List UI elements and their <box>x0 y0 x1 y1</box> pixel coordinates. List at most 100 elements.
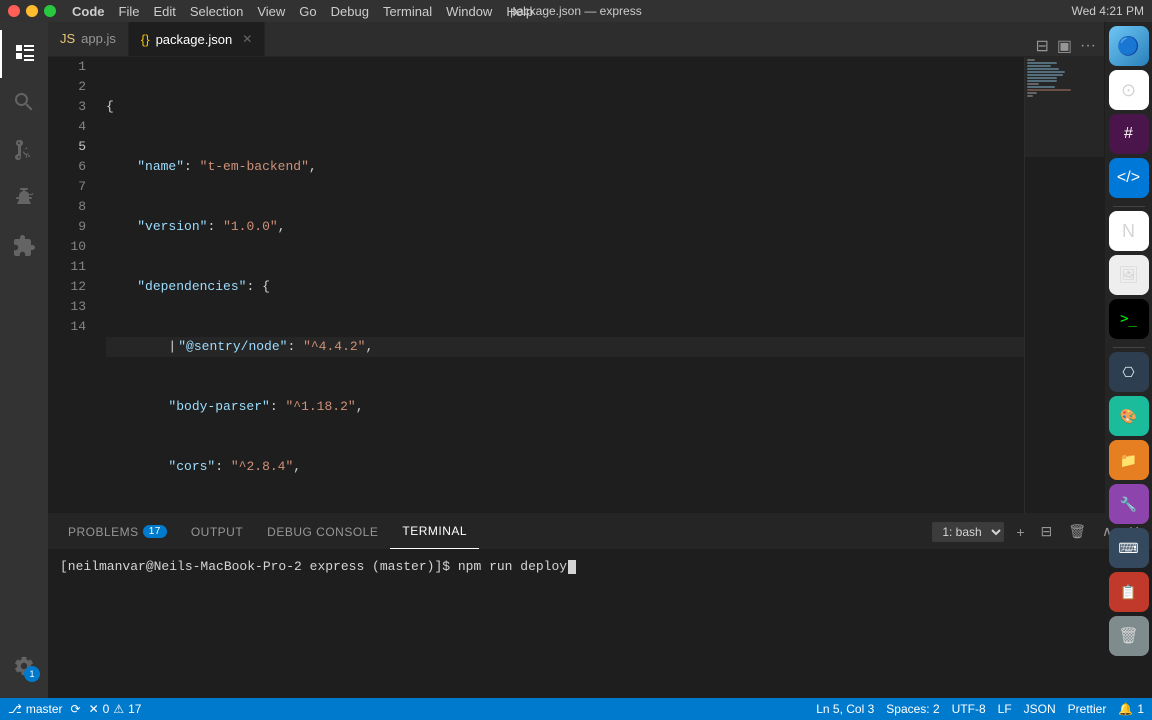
menu-terminal[interactable]: Terminal <box>383 4 432 19</box>
activity-explorer[interactable] <box>0 30 48 78</box>
git-branch[interactable]: ⎇ master <box>8 702 63 716</box>
panel-tab-terminal[interactable]: TERMINAL <box>390 514 479 549</box>
status-right: Ln 5, Col 3 Spaces: 2 UTF-8 LF JSON Pret… <box>816 702 1144 716</box>
activity-bar: 1 <box>0 22 48 698</box>
tab-package-json[interactable]: {} package.json ✕ <box>129 22 265 56</box>
dock-notion[interactable]: N <box>1109 211 1149 251</box>
titlebar: Code File Edit Selection View Go Debug T… <box>0 0 1152 22</box>
clock: Wed 4:21 PM <box>1072 4 1144 18</box>
menu-selection[interactable]: Selection <box>190 4 243 19</box>
error-icon: ✕ <box>89 702 99 716</box>
dock-notion-icon: N <box>1122 221 1135 242</box>
notification-bell-icon: 🔔 <box>1118 702 1133 716</box>
dock-chrome[interactable]: ⊙ <box>1109 70 1149 110</box>
menu-go[interactable]: Go <box>299 4 316 19</box>
dock-slack[interactable]: # <box>1109 114 1149 154</box>
activity-search[interactable] <box>0 78 48 126</box>
language-mode[interactable]: JSON <box>1024 702 1056 716</box>
dock-slack-icon: # <box>1124 125 1133 143</box>
dock-extra6[interactable]: 📋 <box>1109 572 1149 612</box>
dock-trash[interactable]: 🗑 <box>1109 616 1149 656</box>
dock-extra4[interactable]: 🔧 <box>1109 484 1149 524</box>
dock-extra2-icon: 🎨 <box>1120 408 1137 425</box>
dock-divider-2 <box>1113 347 1145 348</box>
delete-terminal-icon[interactable]: 🗑 <box>1064 521 1090 542</box>
activity-bottom: 1 <box>0 642 48 690</box>
code-line-1: { <box>106 97 1024 117</box>
maximize-button[interactable] <box>44 5 56 17</box>
eol-label: LF <box>998 702 1012 716</box>
tab-close-package-json[interactable]: ✕ <box>242 32 252 46</box>
menu-window[interactable]: Window <box>446 4 492 19</box>
debug-console-label: DEBUG CONSOLE <box>267 525 378 539</box>
dock-extra1[interactable]: ⎔ <box>1109 352 1149 392</box>
activity-source-control[interactable] <box>0 126 48 174</box>
activity-extensions[interactable] <box>0 222 48 270</box>
sync-status[interactable]: ⟳ <box>71 702 81 716</box>
editor-area: JS app.js {} package.json ✕ ⊟ ▣ ··· 1 2 <box>48 22 1104 698</box>
maximize-panel-icon[interactable]: ∧ <box>1098 521 1104 542</box>
notifications[interactable]: 🔔 1 <box>1118 702 1144 716</box>
menu-file[interactable]: File <box>119 4 140 19</box>
cursor-position[interactable]: Ln 5, Col 3 <box>816 702 874 716</box>
terminal-content[interactable]: [neilmanvar@Neils-MacBook-Pro-2 express … <box>48 549 1104 698</box>
menu-bar: Code File Edit Selection View Go Debug T… <box>72 4 533 19</box>
editor-actions: ⊟ ▣ ··· <box>1027 36 1104 56</box>
dock-terminal-icon: >_ <box>1120 311 1137 327</box>
formatter-label: Prettier <box>1068 702 1107 716</box>
dock-preview[interactable]: 🖼 <box>1109 255 1149 295</box>
menu-code[interactable]: Code <box>72 4 105 19</box>
dock-extra5[interactable]: ⌨ <box>1109 528 1149 568</box>
add-terminal-icon[interactable]: + <box>1012 522 1028 542</box>
dock-extra2[interactable]: 🎨 <box>1109 396 1149 436</box>
menu-debug[interactable]: Debug <box>331 4 369 19</box>
activity-debug[interactable] <box>0 174 48 222</box>
terminal-label: TERMINAL <box>402 524 467 538</box>
tab-label-app-js: app.js <box>81 31 116 46</box>
toggle-layout-icon[interactable]: ▣ <box>1057 36 1072 56</box>
problems-badge: 17 <box>143 525 167 538</box>
right-dock: 🔵 ⊙ # </> N 🖼 >_ ⎔ 🎨 📁 🔧 <box>1104 22 1152 698</box>
git-branch-icon: ⎇ <box>8 702 22 716</box>
eol[interactable]: LF <box>998 702 1012 716</box>
terminal-select[interactable]: 1: bash <box>932 522 1004 542</box>
panel-tab-problems[interactable]: PROBLEMS 17 <box>56 514 179 549</box>
panel-tab-output[interactable]: OUTPUT <box>179 514 255 549</box>
editor-main: 1 2 3 4 5 6 7 8 9 10 11 12 13 14 { <box>48 57 1104 698</box>
minimize-button[interactable] <box>26 5 38 17</box>
error-number: 0 <box>103 702 110 716</box>
more-actions-icon[interactable]: ··· <box>1080 37 1096 55</box>
close-button[interactable] <box>8 5 20 17</box>
dock-divider-1 <box>1113 206 1145 207</box>
formatter[interactable]: Prettier <box>1068 702 1107 716</box>
dock-extra3[interactable]: 📁 <box>1109 440 1149 480</box>
code-line-2: "name": "t-em-backend", <box>106 157 1024 177</box>
split-editor-icon[interactable]: ⊟ <box>1035 36 1048 56</box>
encoding[interactable]: UTF-8 <box>952 702 986 716</box>
output-label: OUTPUT <box>191 525 243 539</box>
traffic-lights <box>8 5 56 17</box>
dock-extra6-icon: 📋 <box>1120 584 1137 601</box>
tab-icon-app-js: JS <box>60 31 75 46</box>
dock-extra3-icon: 📁 <box>1120 452 1137 469</box>
encoding-label: UTF-8 <box>952 702 986 716</box>
menu-view[interactable]: View <box>257 4 285 19</box>
error-count[interactable]: ✕ 0 ⚠ 17 <box>89 702 142 716</box>
code-line-4: "dependencies": { <box>106 277 1024 297</box>
indentation[interactable]: Spaces: 2 <box>886 702 939 716</box>
tab-app-js[interactable]: JS app.js <box>48 22 129 56</box>
tab-bar: JS app.js {} package.json ✕ ⊟ ▣ ··· <box>48 22 1104 57</box>
position-label: Ln 5, Col 3 <box>816 702 874 716</box>
split-terminal-icon[interactable]: ⊟ <box>1037 521 1057 542</box>
panel-tab-bar: PROBLEMS 17 OUTPUT DEBUG CONSOLE TERMINA… <box>48 514 1104 549</box>
panel-tab-debug-console[interactable]: DEBUG CONSOLE <box>255 514 390 549</box>
dock-terminal[interactable]: >_ <box>1109 299 1149 339</box>
warning-icon: ⚠ <box>113 702 124 716</box>
dock-finder[interactable]: 🔵 <box>1109 26 1149 66</box>
dock-vscode[interactable]: </> <box>1109 158 1149 198</box>
menu-edit[interactable]: Edit <box>153 4 175 19</box>
panel-controls: 1: bash + ⊟ 🗑 ∧ ✕ <box>932 521 1104 542</box>
code-line-7: "cors": "^2.8.4", <box>106 457 1024 477</box>
problems-label: PROBLEMS <box>68 525 139 539</box>
activity-settings[interactable]: 1 <box>0 642 48 690</box>
